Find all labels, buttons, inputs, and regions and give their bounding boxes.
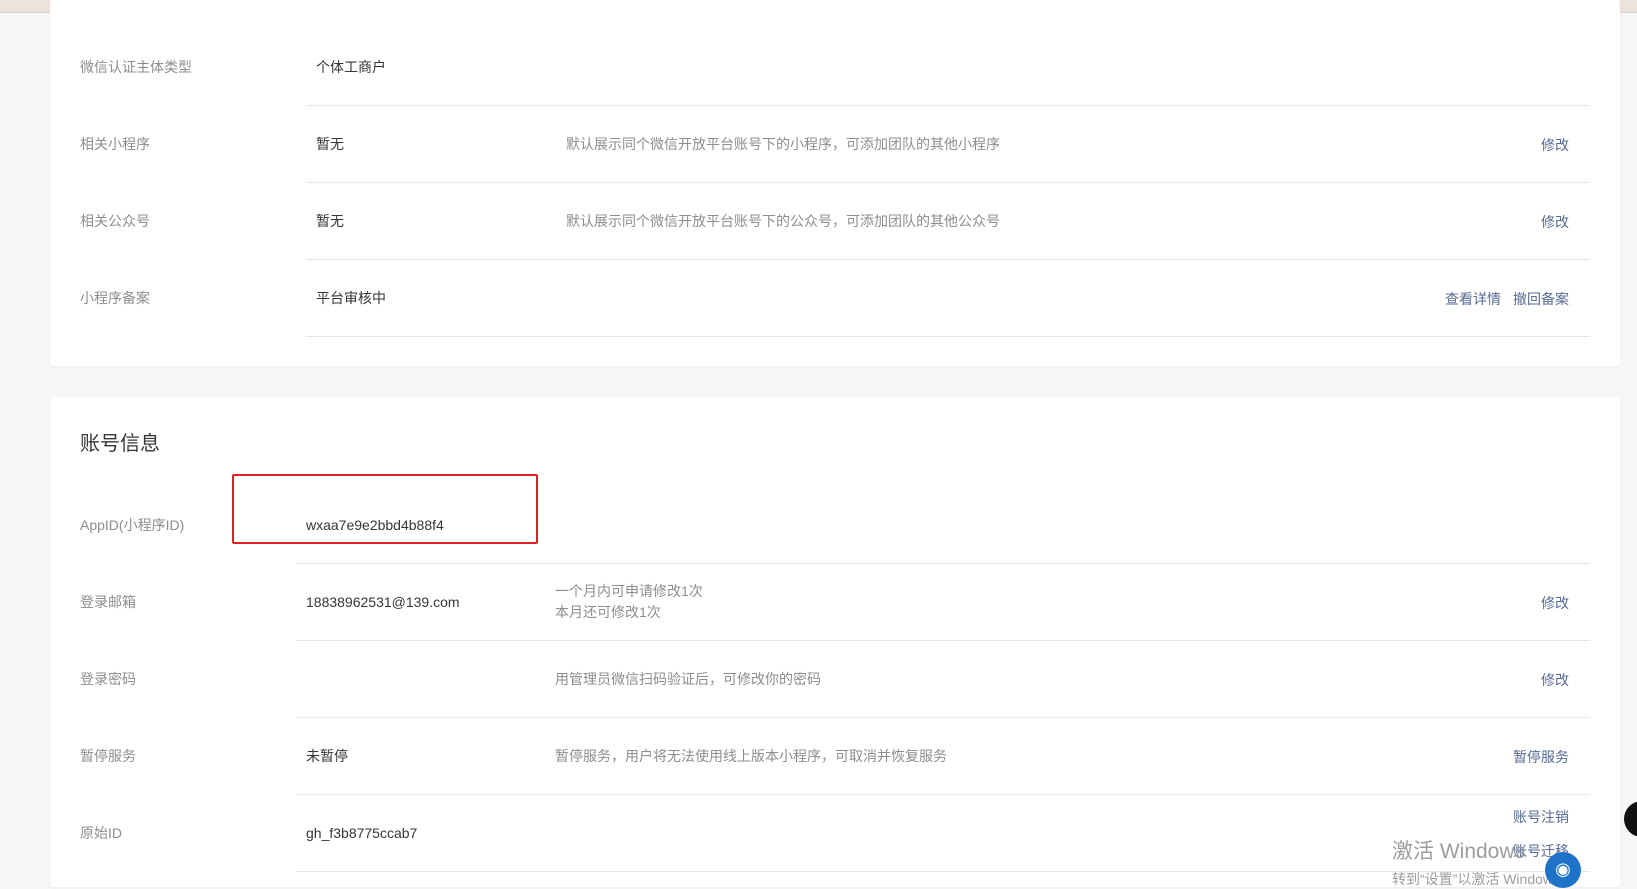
row-label: 相关小程序 [80, 136, 150, 152]
section-title: 账号信息 [80, 433, 160, 455]
row-description-line-1: 一个月内可申请修改1次 [555, 583, 703, 599]
appid-highlight-box [232, 474, 538, 544]
row-label: 小程序备案 [80, 290, 150, 306]
row-value: 个体工商户 [316, 59, 386, 75]
row-value: gh_f3b8775ccab7 [306, 825, 418, 841]
row-actions: 修改 [1541, 564, 1569, 641]
row-label: AppID(小程序ID) [80, 517, 185, 533]
row-description: 默认展示同个微信开放平台账号下的小程序，可添加团队的其他小程序 [566, 136, 1000, 152]
modify-link[interactable]: 修改 [1541, 670, 1569, 690]
row-label: 原始ID [80, 825, 122, 841]
row-description-line-2: 本月还可修改1次 [555, 604, 661, 620]
row-label: 相关公众号 [80, 213, 150, 229]
row-value: 暂无 [316, 136, 344, 152]
suspend-service-link[interactable]: 暂停服务 [1513, 747, 1569, 767]
row-login-password: 登录密码 用管理员微信扫码验证后，可修改你的密码 修改 [50, 641, 1620, 718]
row-original-id: 原始ID gh_f3b8775ccab7 账号注销 账号迁移 [50, 795, 1620, 872]
row-actions: 修改 [1541, 183, 1569, 260]
account-info-card: 账号信息 AppID(小程序ID) wxaa7e9e2bbd4b88f4 登录邮… [50, 397, 1620, 887]
row-value: 暂无 [316, 213, 344, 229]
row-actions: 修改 [1541, 641, 1569, 718]
modify-link[interactable]: 修改 [1541, 212, 1569, 232]
row-login-email: 登录邮箱 18838962531@139.com 一个月内可申请修改1次 本月还… [50, 564, 1620, 641]
basic-info-card: 微信认证主体类型 个体工商户 相关小程序 暂无 默认展示同个微信开放平台账号下的… [50, 0, 1620, 366]
modify-link[interactable]: 修改 [1541, 593, 1569, 613]
withdraw-filing-link[interactable]: 撤回备案 [1513, 289, 1569, 309]
row-label: 登录邮箱 [80, 594, 136, 610]
row-actions: 暂停服务 [1513, 718, 1569, 795]
row-related-miniprogram: 相关小程序 暂无 默认展示同个微信开放平台账号下的小程序，可添加团队的其他小程序… [50, 106, 1620, 183]
row-value: 未暂停 [306, 748, 348, 764]
row-description: 暂停服务，用户将无法使用线上版本小程序，可取消并恢复服务 [555, 748, 947, 764]
row-label: 登录密码 [80, 671, 136, 687]
row-auth-type: 微信认证主体类型 个体工商户 [50, 29, 1620, 106]
row-description: 用管理员微信扫码验证后，可修改你的密码 [555, 671, 821, 687]
row-related-official-account: 相关公众号 暂无 默认展示同个微信开放平台账号下的公众号，可添加团队的其他公众号… [50, 183, 1620, 260]
view-details-link[interactable]: 查看详情 [1445, 289, 1501, 309]
email-value: 18838962531@139.com [306, 594, 460, 610]
row-label: 微信认证主体类型 [80, 59, 192, 75]
row-divider [306, 336, 1590, 337]
circle-button-icon[interactable] [1624, 801, 1637, 837]
row-suspend-service: 暂停服务 未暂停 暂停服务，用户将无法使用线上版本小程序，可取消并恢复服务 暂停… [50, 718, 1620, 795]
assistant-icon[interactable]: ◉ [1545, 852, 1581, 888]
row-filing: 小程序备案 平台审核中 查看详情 撤回备案 [50, 260, 1620, 337]
row-actions: 查看详情 撤回备案 [1445, 260, 1569, 337]
row-description: 默认展示同个微信开放平台账号下的公众号，可添加团队的其他公众号 [566, 213, 1000, 229]
row-label: 暂停服务 [80, 748, 136, 764]
account-cancel-link[interactable]: 账号注销 [1513, 806, 1569, 828]
modify-link[interactable]: 修改 [1541, 135, 1569, 155]
row-value: 平台审核中 [316, 290, 386, 306]
row-actions: 修改 [1541, 106, 1569, 183]
